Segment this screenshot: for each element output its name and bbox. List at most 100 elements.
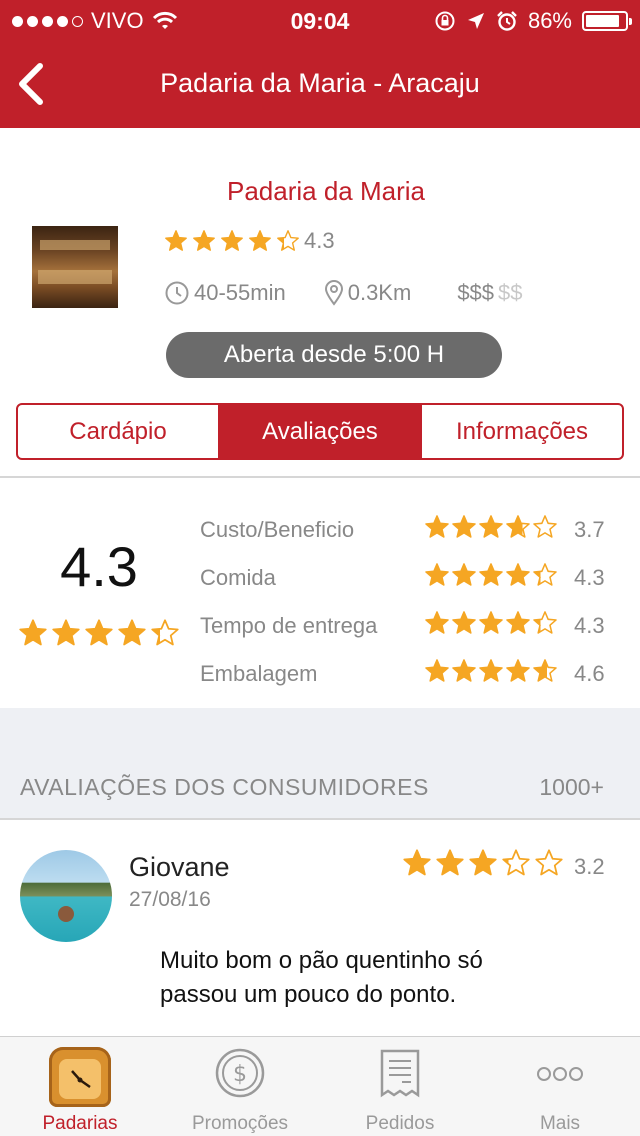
criterion-value: 4.3	[574, 613, 605, 638]
distance: 0.3Km	[324, 280, 412, 306]
shop-thumbnail[interactable]	[32, 226, 118, 308]
delivery-time: 40-55min	[164, 280, 286, 306]
divider	[0, 476, 640, 478]
star-icon	[452, 563, 476, 586]
star-icon	[502, 849, 530, 876]
criterion-stars-icon	[424, 514, 558, 540]
page-title: Padaria da Maria - Aracaju	[160, 68, 480, 98]
tab-avaliacoes[interactable]: Avaliações	[218, 405, 420, 458]
star-icon	[479, 563, 503, 586]
section-tabs: Cardápio Avaliações Informações	[16, 403, 624, 460]
star-icon	[221, 230, 243, 251]
star-icon	[165, 230, 187, 251]
star-icon	[506, 611, 530, 634]
star-icon	[249, 230, 271, 251]
star-icon	[425, 611, 449, 634]
star-icon	[452, 659, 476, 682]
star-icon	[425, 659, 449, 682]
shop-rating: 4.3	[164, 228, 335, 254]
review-date: 27/08/16	[129, 888, 211, 911]
star-icon	[452, 515, 476, 538]
star-icon	[452, 611, 476, 634]
star-icon	[479, 515, 503, 538]
star-icon	[506, 515, 530, 538]
alarm-icon	[497, 11, 517, 31]
criterion-value: 4.6	[574, 661, 605, 686]
criterion-stars-icon	[424, 610, 558, 636]
star-icon	[403, 849, 431, 876]
divider	[0, 818, 640, 820]
star-icon	[506, 659, 530, 682]
star-icon	[479, 611, 503, 634]
reviewer-name: Giovane	[129, 852, 230, 882]
svg-text:$: $	[233, 1062, 247, 1087]
tab-promocoes[interactable]: $ Promoções	[160, 1037, 320, 1136]
star-icon	[506, 563, 530, 586]
tab-padarias[interactable]: Padarias	[0, 1037, 160, 1136]
star-icon	[118, 619, 146, 646]
criterion-label: Embalagem	[200, 661, 318, 686]
criterion-stars-icon	[424, 562, 558, 588]
star-icon	[19, 619, 47, 646]
star-icon	[425, 563, 449, 586]
toast-clock-icon	[49, 1047, 111, 1107]
overall-rating-value: 4.3	[60, 535, 138, 598]
star-rating-icon	[164, 229, 300, 253]
star-icon	[193, 230, 215, 251]
star-icon	[479, 659, 503, 682]
review-rating-value: 3.2	[574, 854, 605, 879]
criterion-label: Tempo de entrega	[200, 613, 378, 638]
status-bar: VIVO 09:04 86%	[0, 0, 640, 40]
price-level: $$$ $$	[457, 280, 522, 306]
tab-label: Mais	[539, 1113, 581, 1134]
star-icon	[425, 515, 449, 538]
avatar[interactable]	[20, 850, 112, 942]
star-icon	[277, 230, 299, 251]
top-bar: VIVO 09:04 86% Padaria da Maria - Aracaj…	[0, 0, 640, 128]
bottom-tab-bar: Padarias $ Promoções Pedidos Mais	[0, 1036, 640, 1136]
tab-pedidos[interactable]: Pedidos	[320, 1037, 480, 1136]
coin-dollar-icon: $	[214, 1047, 266, 1104]
tab-label: Pedidos	[365, 1113, 435, 1134]
price-active: $$$	[457, 280, 495, 305]
criterion-label: Custo/Beneficio	[200, 517, 355, 542]
overall-star-rating-icon	[18, 618, 180, 648]
location-pin-icon	[324, 280, 343, 306]
battery-icon	[582, 11, 632, 31]
clock-icon	[165, 281, 189, 305]
price-inactive: $$	[498, 280, 523, 305]
more-dots-icon	[536, 1065, 584, 1088]
shop-meta: 40-55min 0.3Km $$$ $$	[164, 280, 523, 306]
star-icon	[533, 611, 557, 634]
star-icon	[533, 563, 557, 586]
star-icon	[151, 619, 179, 646]
location-arrow-icon	[467, 13, 484, 29]
tab-label: Promoções	[191, 1113, 289, 1134]
battery-percent: 86%	[527, 8, 572, 33]
criterion-value: 4.3	[574, 565, 605, 590]
star-icon	[533, 659, 557, 682]
star-icon	[52, 619, 80, 646]
tab-label: Padarias	[42, 1113, 118, 1134]
distance-label: 0.3Km	[347, 280, 412, 305]
rotation-lock-icon	[435, 11, 455, 31]
open-status-badge: Aberta desde 5:00 H	[166, 332, 502, 378]
tab-informacoes[interactable]: Informações	[420, 405, 622, 458]
receipt-icon	[378, 1047, 422, 1106]
tab-mais[interactable]: Mais	[480, 1037, 640, 1136]
review-stars-icon	[402, 848, 564, 878]
star-icon	[436, 849, 464, 876]
star-icon	[85, 619, 113, 646]
reviews-section-title: AVALIAÇÕES DOS CONSUMIDORES	[20, 774, 429, 800]
star-icon	[535, 849, 563, 876]
criterion-value: 3.7	[574, 517, 605, 542]
star-icon	[469, 849, 497, 876]
star-icon	[533, 515, 557, 538]
reviews-count: 1000+	[539, 774, 604, 800]
delivery-time-label: 40-55min	[194, 280, 286, 305]
tab-cardapio[interactable]: Cardápio	[18, 405, 218, 458]
shop-rating-value: 4.3	[304, 228, 335, 253]
shop-name: Padaria da Maria	[227, 176, 425, 206]
section-background	[0, 708, 640, 818]
criterion-stars-icon	[424, 658, 558, 684]
